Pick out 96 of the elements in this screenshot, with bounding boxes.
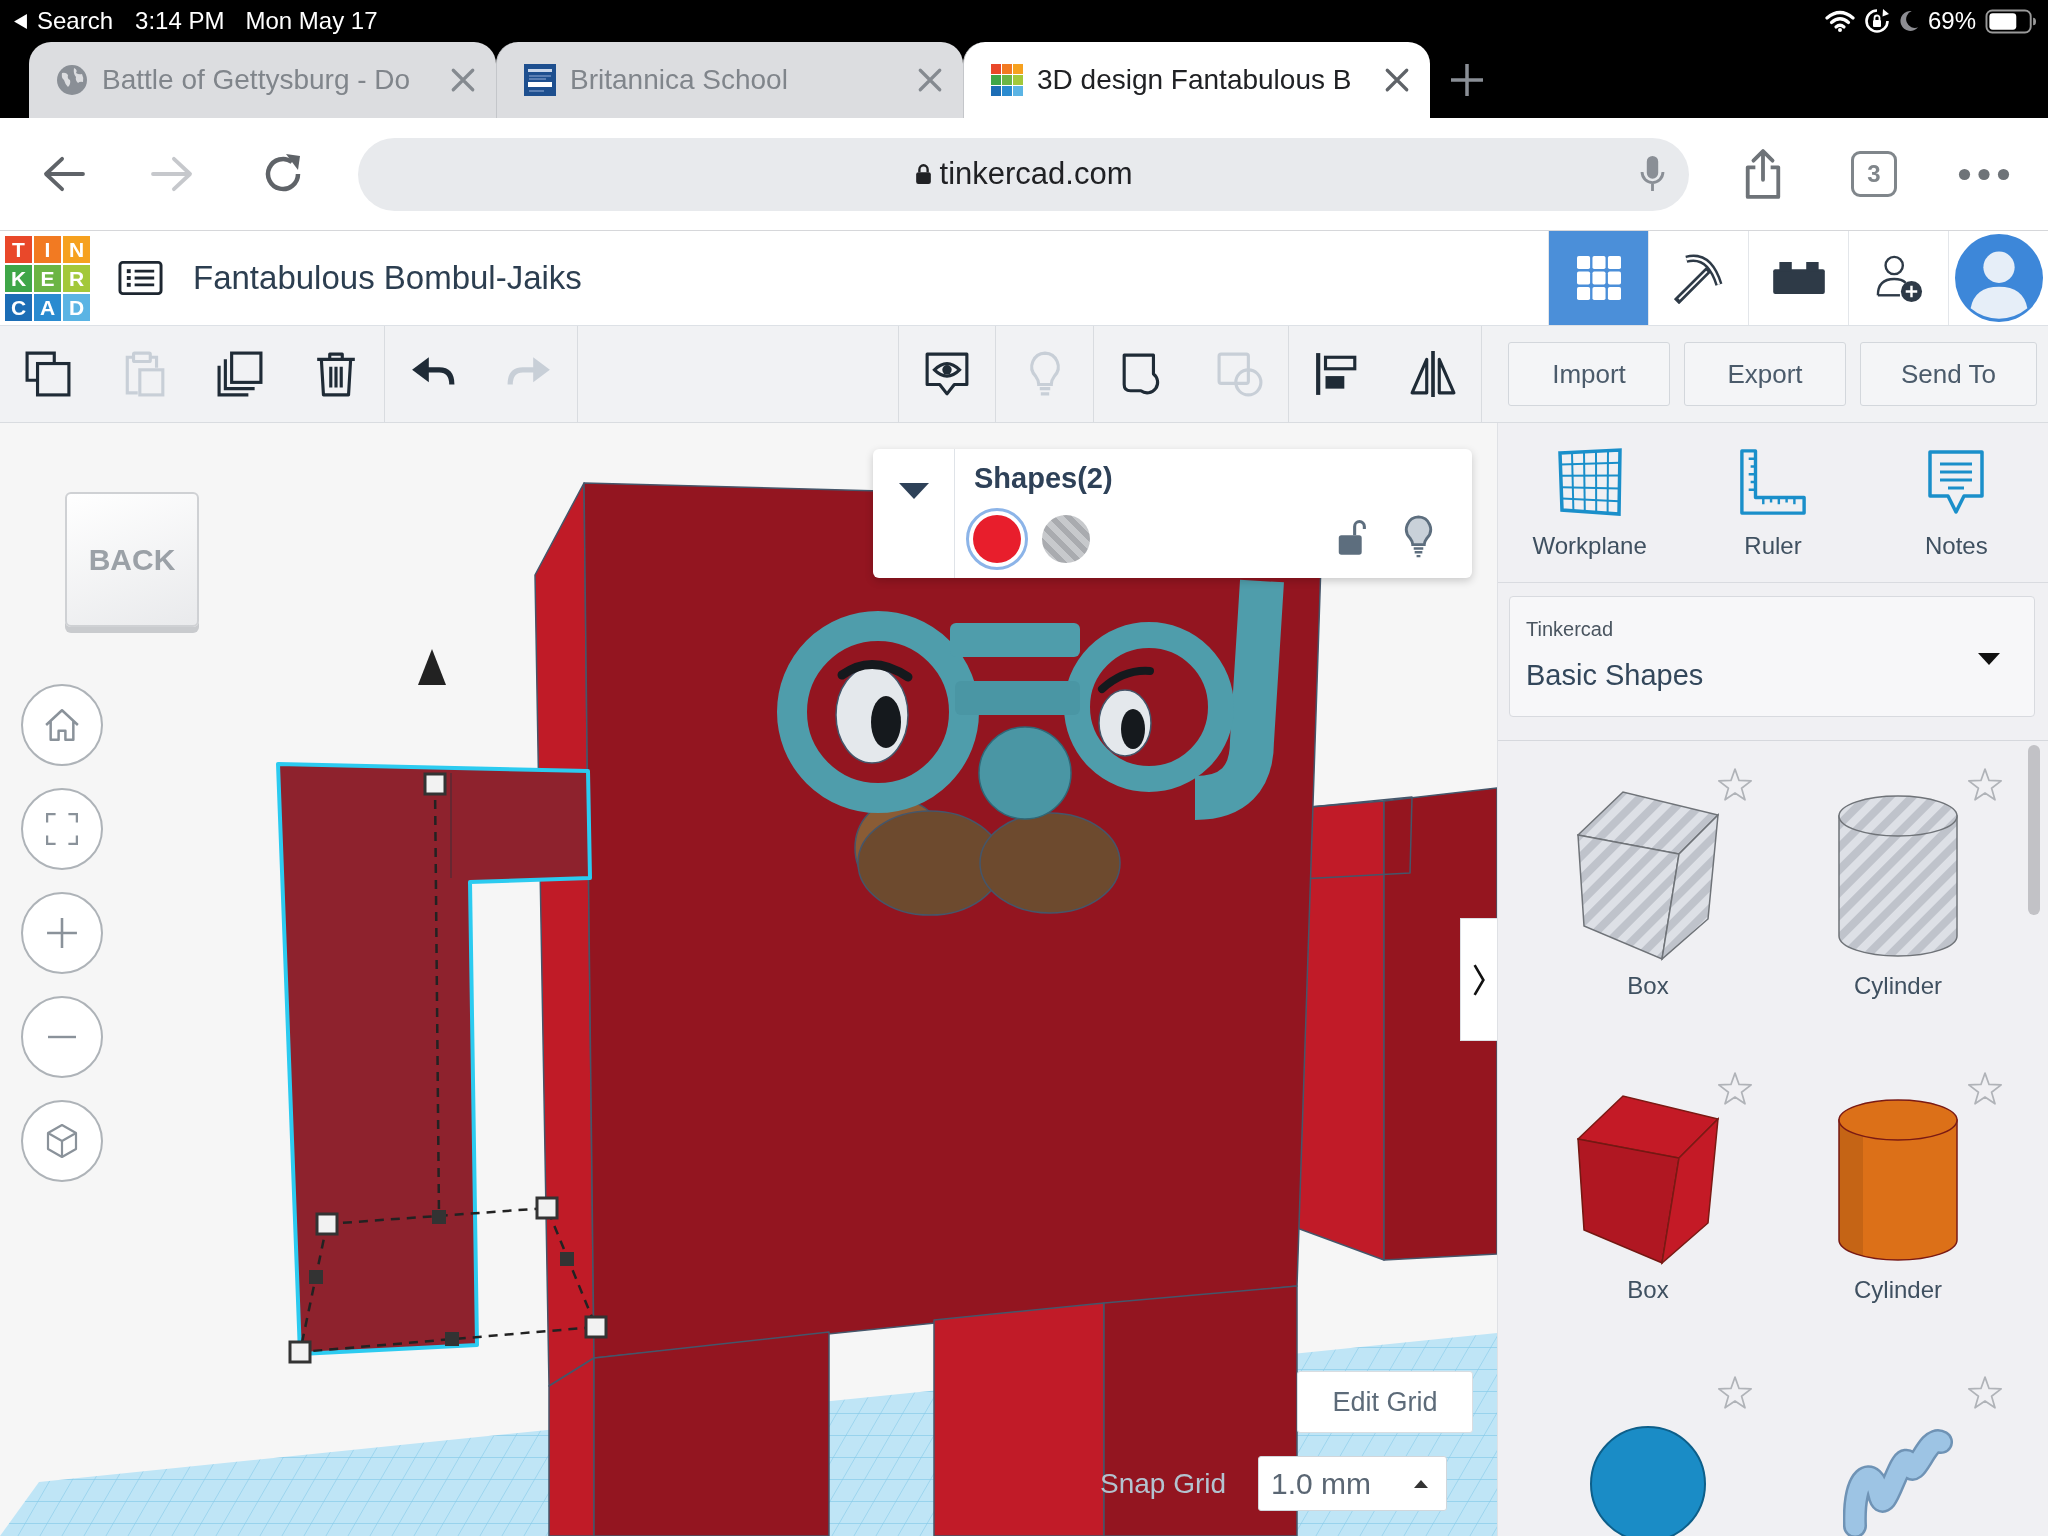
speech-bubble-icon (1926, 447, 1987, 517)
star-icon[interactable] (1968, 768, 2002, 801)
shape-item[interactable]: Box (1523, 1057, 1773, 1361)
snap-grid-label: Snap Grid (1100, 1466, 1227, 1501)
caret-down-icon (898, 483, 929, 500)
rotation-lock-icon (1863, 8, 1890, 34)
battery-icon (1985, 8, 2037, 34)
star-icon[interactable] (1968, 1376, 2002, 1409)
snap-grid-select[interactable]: 1.0 mm (1258, 1456, 1448, 1511)
home-icon (45, 708, 79, 742)
person-plus-icon (1874, 253, 1923, 303)
avatar-icon (1954, 234, 2043, 322)
square-circle-icon (1216, 351, 1263, 397)
battery-percent: 69% (1927, 6, 1976, 36)
star-icon[interactable] (1718, 768, 1752, 801)
export-button[interactable]: Export (1684, 342, 1846, 406)
shape-item[interactable]: Cylinder (1773, 753, 2023, 1057)
logo-tile: T (5, 235, 32, 263)
pickaxe-icon (1673, 252, 1724, 304)
lightbulb-icon[interactable] (1403, 515, 1434, 559)
copy-icon (25, 351, 71, 397)
library-category-value: Basic Shapes (1526, 658, 1704, 693)
back-arrow-icon (41, 155, 87, 193)
logo-tile: D (63, 293, 90, 321)
resize-handle[interactable] (432, 1210, 446, 1224)
close-icon (917, 67, 943, 93)
globe-icon (56, 64, 88, 96)
site-logo-icon (524, 64, 556, 96)
star-icon[interactable] (1718, 1072, 1752, 1105)
library-dropdown[interactable]: Tinkercad Basic Shapes (1509, 596, 2035, 717)
logo-tile: R (63, 264, 90, 292)
logo-tile: C (5, 293, 32, 321)
logo-tile: A (34, 293, 61, 321)
logo-tile: N (63, 235, 90, 263)
scrollbar-thumb[interactable] (2028, 745, 2040, 915)
logo-tile: I (34, 235, 61, 263)
logo-tile: K (5, 264, 32, 292)
tile-grid-icon (991, 64, 1023, 96)
resize-handle[interactable] (445, 1332, 459, 1346)
shape-item[interactable]: Box (1523, 753, 1773, 1057)
library-source-label: Tinkercad (1526, 617, 1614, 641)
resize-handle[interactable] (535, 1196, 559, 1220)
resize-handle[interactable] (309, 1270, 323, 1284)
stacked-squares-icon (217, 351, 263, 397)
browser-tab[interactable]: 3D design Fantabulous B (963, 42, 1430, 118)
lift-handle[interactable] (418, 649, 446, 685)
wifi-icon (1824, 10, 1855, 32)
import-button[interactable]: Import (1508, 342, 1670, 406)
resize-handle[interactable] (584, 1315, 608, 1339)
design-title: Fantabulous Bombul-Jaiks (193, 258, 582, 299)
microphone-icon (1640, 155, 1665, 193)
resize-handle[interactable] (423, 772, 447, 796)
shape-item[interactable]: Cylinder (1773, 1057, 2023, 1361)
eye (1098, 689, 1152, 757)
corners-icon (46, 813, 78, 845)
panel-toggle-button[interactable] (1460, 918, 1497, 1041)
tab-switcher-button[interactable]: 3 (1851, 151, 1897, 197)
grid-icon (1576, 256, 1621, 300)
address-field[interactable]: tinkercad.com (358, 137, 1689, 211)
speech-bubble-eye-icon (924, 351, 970, 397)
voice-search-button[interactable] (1640, 155, 1665, 193)
resize-handle[interactable] (560, 1252, 574, 1266)
star-icon[interactable] (1968, 1072, 2002, 1105)
ruler-button[interactable]: Ruler (1681, 423, 1865, 582)
design-list-button[interactable] (118, 260, 163, 296)
brick-icon (1772, 262, 1825, 294)
mirror-icon (1410, 351, 1456, 397)
logo-tile: E (34, 264, 61, 292)
resize-handle[interactable] (288, 1340, 312, 1364)
more-icon (1957, 167, 2011, 181)
inspector-title: Shapes(2) (974, 461, 1113, 496)
eyebrow (1098, 666, 1154, 693)
status-date: Mon May 17 (245, 6, 378, 36)
status-time: 3:14 PM (135, 6, 225, 36)
caret-up-icon (1414, 1479, 1429, 1488)
moon-icon (1898, 10, 1919, 32)
cube-icon (46, 1124, 78, 1158)
list-icon (118, 260, 163, 296)
send-to-button[interactable]: Send To (1860, 342, 2037, 406)
forward-arrow-icon (149, 155, 195, 193)
padlock-icon[interactable] (1337, 517, 1367, 557)
ruler-icon (1738, 447, 1808, 517)
close-icon (1384, 67, 1410, 93)
close-icon (450, 67, 476, 93)
minus-icon (47, 1035, 77, 1039)
star-icon[interactable] (1718, 1376, 1752, 1409)
plus-icon (1449, 62, 1485, 98)
padlock-icon (914, 163, 932, 185)
workplane-button[interactable]: Workplane (1498, 423, 1682, 582)
plus-icon (46, 917, 78, 949)
notes-button[interactable]: Notes (1864, 423, 2048, 582)
resize-handle[interactable] (315, 1212, 339, 1236)
edit-grid-button[interactable]: Edit Grid (1297, 1371, 1473, 1433)
caret-down-icon (1978, 653, 2000, 665)
search-back-link[interactable]: Search (37, 3, 114, 39)
back-triangle-icon (14, 13, 27, 29)
